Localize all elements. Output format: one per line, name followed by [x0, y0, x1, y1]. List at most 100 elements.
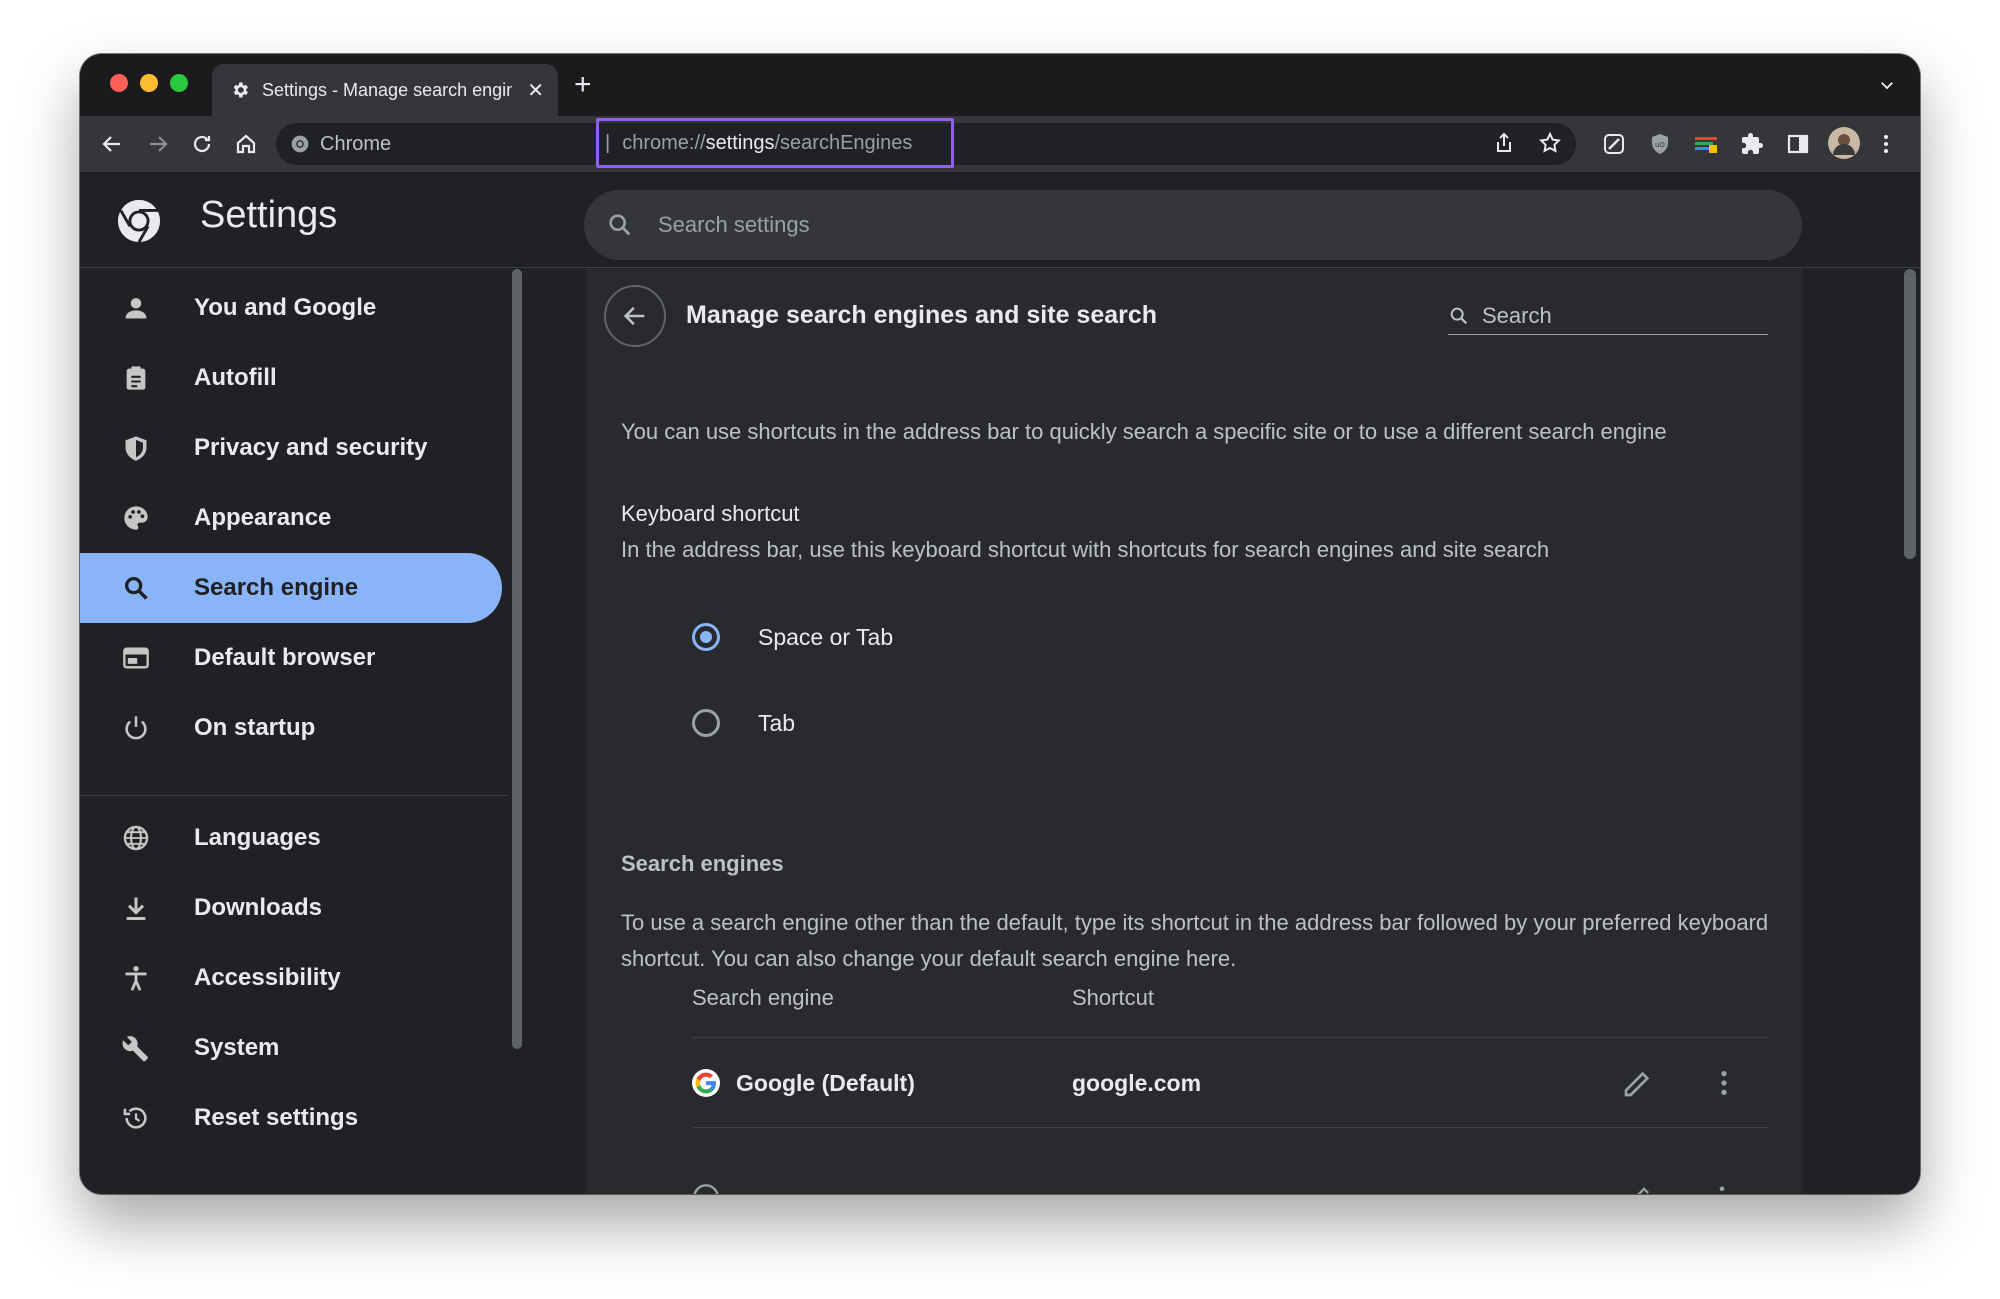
download-icon — [126, 897, 146, 921]
sidebar-item-label: Privacy and security — [194, 434, 428, 461]
tab-strip: Settings - Manage search engines and sit… — [80, 54, 1920, 116]
radio-space-or-tab[interactable]: Space or Tab — [692, 623, 893, 651]
sidebar-item-label: Default browser — [194, 644, 376, 671]
radio-button[interactable] — [692, 709, 720, 737]
chrome-logo-icon — [117, 199, 161, 243]
tab-settings[interactable]: Settings - Manage search engines and sit… — [212, 64, 558, 116]
sidebar-item-languages[interactable]: Languages — [80, 803, 502, 873]
sidebar-item-appearance[interactable]: Appearance — [80, 483, 502, 553]
site-chip[interactable]: Chrome — [290, 123, 391, 165]
wrench-icon — [122, 1036, 149, 1062]
keyboard-shortcut-title: Keyboard shortcut — [621, 501, 800, 526]
radio-button-checked[interactable] — [692, 623, 720, 651]
person-icon — [125, 298, 147, 319]
back-button[interactable] — [604, 285, 666, 347]
keyboard-shortcut-description: In the address bar, use this keyboard sh… — [621, 537, 1550, 562]
kebab-menu-icon[interactable] — [1872, 130, 1900, 158]
colorful-extension-icon[interactable] — [1692, 130, 1720, 158]
sidebar-item-label: System — [194, 1034, 280, 1061]
column-header-shortcut: Shortcut — [1072, 985, 1154, 1010]
close-window-button[interactable] — [110, 74, 128, 92]
home-icon[interactable] — [232, 130, 260, 158]
sidebar-item-label: Reset settings — [194, 1104, 359, 1131]
page-title: Manage search engines and site search — [686, 301, 1158, 329]
url-scheme: chrome:// — [622, 131, 706, 154]
sidebar-item-search-engine[interactable]: Search engine — [80, 553, 502, 623]
shield-icon — [125, 436, 147, 461]
column-header-search-engine: Search engine — [692, 985, 834, 1010]
browser-icon — [123, 647, 149, 669]
tab-close-button[interactable]: ✕ — [527, 78, 544, 103]
puzzle-extensions-icon[interactable] — [1738, 130, 1766, 158]
settings-main: Manage search engines and site search Se… — [528, 269, 1920, 1194]
search-icon — [1450, 307, 1468, 324]
radio-tab[interactable]: Tab — [692, 709, 795, 737]
engine-logo-icon — [693, 1184, 719, 1194]
engine-name: Google (Default) — [736, 1070, 915, 1096]
clipboard-icon — [126, 366, 146, 390]
globe-icon — [123, 825, 149, 851]
ublock-shield-icon[interactable]: uO — [1646, 130, 1674, 158]
share-icon[interactable] — [1492, 130, 1516, 156]
reload-icon[interactable] — [188, 130, 216, 158]
sidebar-item-label: Downloads — [194, 894, 323, 921]
pencil-icon[interactable] — [1622, 1067, 1654, 1099]
sidebar-item-you-and-google[interactable]: You and Google — [80, 273, 502, 343]
main-scrollbar[interactable] — [1904, 269, 1916, 559]
intro-text: You can use shortcuts in the address bar… — [621, 419, 1667, 444]
site-chip-label: Chrome — [320, 132, 392, 155]
sidebar-item-privacy-and-security[interactable]: Privacy and security — [80, 413, 502, 483]
side-panel-icon[interactable] — [1784, 130, 1812, 158]
power-icon — [125, 716, 147, 740]
table-divider — [692, 1127, 1768, 1128]
maximize-window-button[interactable] — [170, 74, 188, 92]
search-placeholder: Search — [1482, 302, 1552, 328]
search-engines-title: Search engines — [621, 851, 784, 876]
google-icon — [692, 1069, 720, 1097]
sidebar-item-label: Languages — [194, 824, 321, 851]
settings-header: Settings Search settings — [80, 172, 1920, 268]
sidebar-item-label: Appearance — [194, 504, 332, 531]
sidebar-item-default-browser[interactable]: Default browser — [80, 623, 502, 693]
avatar[interactable] — [1828, 127, 1860, 159]
sidebar-item-label: Accessibility — [194, 964, 341, 991]
star-icon[interactable] — [1538, 130, 1562, 156]
sidebar-item-reset-settings[interactable]: Reset settings — [80, 1083, 502, 1153]
sidebar-item-accessibility[interactable]: Accessibility — [80, 943, 502, 1013]
settings-search-input[interactable]: Search settings — [584, 190, 1802, 260]
sidebar-item-system[interactable]: System — [80, 1013, 502, 1083]
url-host: settings — [705, 131, 775, 154]
sidebar-item-autofill[interactable]: Autofill — [80, 343, 502, 413]
new-tab-button[interactable]: + — [574, 70, 592, 100]
svg-text:uO: uO — [1655, 141, 1665, 149]
settings-sidebar: You and Google Autofill Privacy and secu… — [80, 269, 508, 1194]
search-engines-search-input[interactable]: Search — [1448, 297, 1768, 335]
engine-shortcut: google.com — [1072, 1070, 1202, 1096]
more-vert-icon[interactable] — [1708, 1183, 1736, 1194]
extension-pen-icon[interactable] — [1600, 130, 1628, 158]
sidebar-item-label: Search engine — [194, 574, 359, 601]
tab-title: Settings - Manage search engines and sit… — [262, 79, 512, 100]
back-arrow-icon[interactable] — [98, 130, 126, 158]
search-engines-card: Manage search engines and site search Se… — [586, 269, 1802, 1194]
more-vert-icon[interactable] — [1708, 1067, 1740, 1099]
search-icon — [609, 214, 631, 236]
search-engines-description: To use a search engine other than the de… — [621, 910, 1769, 971]
radio-label: Space or Tab — [758, 623, 894, 650]
chrome-icon — [291, 135, 309, 153]
settings-title: Settings — [200, 194, 338, 236]
sidebar-scrollbar[interactable] — [512, 269, 522, 1049]
forward-arrow-icon[interactable] — [144, 130, 172, 158]
sidebar-divider — [80, 795, 508, 796]
sidebar-item-label: Autofill — [194, 364, 277, 391]
url-path: /searchEngines — [774, 131, 913, 154]
pencil-icon[interactable] — [1626, 1183, 1654, 1194]
chevron-down-icon[interactable] — [1878, 76, 1896, 94]
sidebar-item-downloads[interactable]: Downloads — [80, 873, 502, 943]
table-row-partial — [692, 1131, 1768, 1194]
sidebar-item-label: You and Google — [194, 294, 377, 321]
url-text[interactable]: | chrome://settings/searchEngines — [596, 118, 954, 168]
address-bar[interactable]: Chrome | chrome://settings/searchEngines — [276, 118, 1576, 168]
minimize-window-button[interactable] — [140, 74, 158, 92]
sidebar-item-on-startup[interactable]: On startup — [80, 693, 502, 763]
